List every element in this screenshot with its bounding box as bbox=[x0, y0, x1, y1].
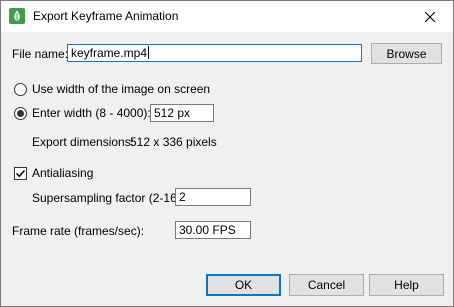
leaf-icon bbox=[9, 8, 25, 24]
supersampling-value: 2 bbox=[179, 190, 186, 204]
dialog-body: File name: keyframe.mp4 Browse Use width… bbox=[1, 32, 453, 306]
antialiasing-label[interactable]: Antialiasing bbox=[32, 166, 93, 180]
width-value: 512 px bbox=[154, 106, 191, 120]
enter-width-label[interactable]: Enter width (8 - 4000): bbox=[32, 106, 151, 120]
supersampling-label: Supersampling factor (2-16): bbox=[32, 191, 185, 205]
window-title: Export Keyframe Animation bbox=[33, 9, 179, 23]
enter-width-radio[interactable] bbox=[14, 107, 27, 120]
file-name-value: keyframe.mp4 bbox=[71, 46, 148, 60]
antialiasing-checkbox[interactable] bbox=[14, 167, 27, 180]
cancel-button[interactable]: Cancel bbox=[289, 274, 364, 296]
frame-rate-value: 30.00 FPS bbox=[179, 223, 236, 237]
file-name-label: File name: bbox=[12, 47, 69, 61]
close-button[interactable] bbox=[407, 1, 453, 32]
checkmark-icon bbox=[15, 169, 26, 178]
ok-button-label: OK bbox=[234, 278, 253, 292]
browse-label: Browse bbox=[386, 46, 427, 61]
frame-rate-input[interactable]: 30.00 FPS bbox=[175, 221, 251, 239]
width-input[interactable]: 512 px bbox=[150, 104, 214, 122]
export-dimensions-value: 512 x 336 pixels bbox=[130, 135, 217, 149]
frame-rate-label: Frame rate (frames/sec): bbox=[12, 224, 145, 238]
help-button-label: Help bbox=[394, 278, 419, 292]
supersampling-input[interactable]: 2 bbox=[175, 188, 251, 206]
browse-button[interactable]: Browse bbox=[371, 43, 442, 64]
export-dialog: Export Keyframe Animation File name: key… bbox=[0, 0, 454, 307]
cancel-button-label: Cancel bbox=[307, 278, 346, 292]
title-bar: Export Keyframe Animation bbox=[1, 1, 453, 32]
file-name-input[interactable]: keyframe.mp4 bbox=[67, 44, 362, 62]
help-button[interactable]: Help bbox=[369, 274, 444, 296]
ok-button[interactable]: OK bbox=[206, 274, 281, 296]
export-dimensions-label: Export dimensions: bbox=[32, 135, 135, 149]
text-caret bbox=[148, 46, 150, 59]
use-screen-width-label[interactable]: Use width of the image on screen bbox=[32, 82, 210, 96]
use-screen-width-radio[interactable] bbox=[14, 83, 27, 96]
close-icon bbox=[425, 11, 435, 22]
